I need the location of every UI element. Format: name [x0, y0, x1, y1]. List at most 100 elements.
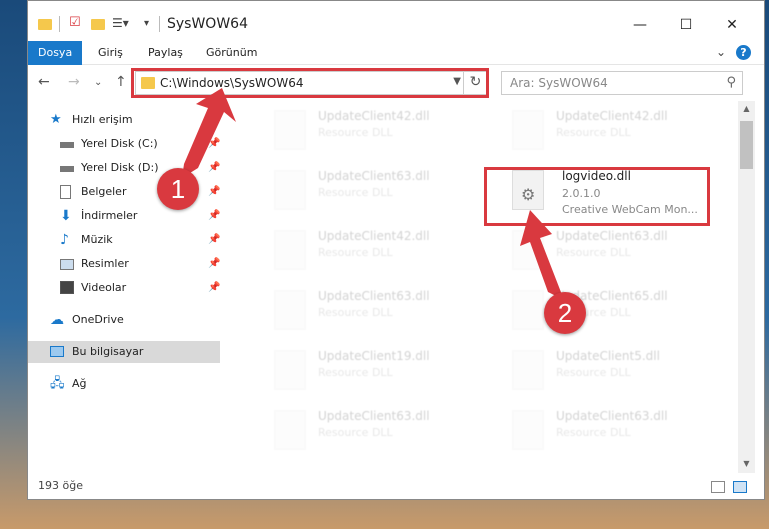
sidebar-item-videos[interactable]: Videolar 📌 — [28, 277, 220, 299]
list-item[interactable]: UpdateClient63.dll Resource DLL — [268, 405, 488, 460]
dll-file-icon — [512, 290, 544, 330]
file-name: UpdateClient63.dll — [318, 289, 430, 303]
dll-file-icon — [274, 410, 306, 450]
pin-icon[interactable]: 📌 — [208, 133, 220, 155]
pin-icon[interactable]: 📌 — [208, 157, 220, 179]
sidebar-item-drive-c[interactable]: Yerel Disk (C:) 📌 — [28, 133, 220, 155]
tab-share[interactable]: Paylaş — [138, 41, 193, 65]
back-button[interactable]: ← — [38, 74, 50, 90]
file-description: Resource DLL — [318, 186, 393, 199]
file-description: Resource DLL — [318, 306, 393, 319]
pin-icon[interactable]: 📌 — [208, 181, 220, 203]
dll-file-icon — [274, 170, 306, 210]
separator — [159, 16, 160, 32]
list-item[interactable]: UpdateClient63.dll Resource DLL — [268, 285, 488, 340]
minimize-button[interactable]: — — [617, 11, 663, 39]
list-item[interactable]: UpdateClient5.dll Resource DLL — [506, 345, 726, 400]
list-item[interactable]: UpdateClient63.dll Resource DLL — [268, 165, 488, 220]
step-2-badge: 2 — [544, 292, 586, 334]
file-name: UpdateClient42.dll — [556, 109, 668, 123]
properties-icon[interactable]: ☑ — [69, 15, 81, 33]
file-description: Resource DLL — [556, 426, 631, 439]
pin-icon[interactable]: 📌 — [208, 229, 220, 251]
dll-file-icon — [512, 230, 544, 270]
list-item[interactable]: UpdateClient65.dll Resource DLL — [506, 285, 726, 340]
navigation-bar: ← → ⌄ ↑ C:\Windows\SysWOW64 ▼ ↻ Ara: Sys… — [28, 65, 764, 101]
file-highlight-box — [484, 167, 710, 226]
list-item[interactable]: UpdateClient63.dll Resource DLL — [506, 225, 726, 280]
window-title: SysWOW64 — [167, 16, 248, 32]
details-view-icon[interactable] — [711, 481, 725, 493]
file-description: Resource DLL — [556, 126, 631, 139]
recent-locations-button[interactable]: ⌄ — [94, 77, 102, 88]
item-count: 193 öğe — [38, 479, 83, 492]
file-name: UpdateClient42.dll — [318, 229, 430, 243]
toolbar-dropdown-icon[interactable]: ▾ — [144, 18, 149, 36]
expand-ribbon-icon[interactable]: ⌄ — [716, 45, 726, 59]
file-name: UpdateClient63.dll — [318, 169, 430, 183]
sidebar-item-downloads[interactable]: ⬇ İndirmeler 📌 — [28, 205, 220, 227]
list-item[interactable]: UpdateClient19.dll Resource DLL — [268, 345, 488, 400]
forward-button[interactable]: → — [68, 74, 80, 90]
pin-icon[interactable]: 📌 — [208, 205, 220, 227]
sidebar-item-label: Bu bilgisayar — [72, 345, 144, 358]
search-icon[interactable]: ⚲ — [726, 75, 736, 90]
tab-view[interactable]: Görünüm — [196, 41, 267, 65]
sidebar-item-network[interactable]: 🖧 Ağ — [28, 373, 220, 395]
file-list: UpdateClient42.dll Resource DLL UpdateCl… — [248, 101, 738, 461]
search-placeholder: Ara: SysWOW64 — [510, 76, 608, 90]
sidebar-item-onedrive[interactable]: ☁ OneDrive — [28, 309, 220, 331]
dll-file-icon — [512, 410, 544, 450]
computer-icon — [50, 346, 64, 357]
pin-icon[interactable]: 📌 — [208, 277, 220, 299]
navigation-pane: ★ Hızlı erişim Yerel Disk (C:) 📌 Yerel D… — [28, 101, 228, 471]
sidebar-item-label: Müzik — [81, 233, 113, 246]
dll-file-icon — [274, 110, 306, 150]
list-item[interactable]: UpdateClient42.dll Resource DLL — [268, 225, 488, 280]
music-icon: ♪ — [60, 232, 69, 248]
sidebar-item-pictures[interactable]: Resimler 📌 — [28, 253, 220, 275]
tab-home[interactable]: Giriş — [88, 41, 133, 65]
file-description: Resource DLL — [556, 366, 631, 379]
ribbon: Dosya Giriş Paylaş Görünüm ⌄ ? — [28, 41, 764, 65]
list-item[interactable]: UpdateClient42.dll Resource DLL — [268, 105, 488, 160]
scroll-thumb[interactable] — [740, 121, 753, 169]
file-description: Resource DLL — [556, 246, 631, 259]
pictures-icon — [60, 259, 74, 270]
up-button[interactable]: ↑ — [115, 74, 127, 90]
customize-toolbar-icon[interactable]: ☰▾ — [112, 16, 129, 34]
maximize-button[interactable]: ☐ — [663, 11, 709, 39]
scroll-down-icon[interactable]: ▼ — [738, 459, 755, 468]
folder-icon — [38, 19, 52, 30]
sidebar-item-label: OneDrive — [72, 313, 124, 326]
sidebar-item-label: İndirmeler — [81, 209, 138, 222]
title-bar: ☑ ☰▾ ▾ SysWOW64 — ☐ ✕ — [28, 1, 764, 41]
vertical-scrollbar[interactable]: ▲ ▼ — [738, 101, 755, 473]
file-name: UpdateClient63.dll — [556, 409, 668, 423]
explorer-window: ☑ ☰▾ ▾ SysWOW64 — ☐ ✕ Dosya Giriş Paylaş… — [27, 0, 765, 500]
sidebar-item-quick-access[interactable]: ★ Hızlı erişim — [28, 109, 220, 131]
sidebar-item-label: Yerel Disk (C:) — [81, 137, 158, 150]
help-icon[interactable]: ? — [736, 45, 751, 60]
sidebar-item-label: Videolar — [81, 281, 127, 294]
tab-file[interactable]: Dosya — [28, 41, 83, 65]
sidebar-item-music[interactable]: ♪ Müzik 📌 — [28, 229, 220, 251]
address-highlight-box — [131, 68, 489, 98]
file-description: Resource DLL — [318, 246, 393, 259]
star-icon: ★ — [50, 112, 62, 127]
downloads-icon: ⬇ — [60, 208, 72, 224]
new-folder-icon[interactable] — [91, 19, 105, 30]
scroll-up-icon[interactable]: ▲ — [738, 104, 755, 113]
search-input[interactable]: Ara: SysWOW64 ⚲ — [501, 71, 743, 95]
file-description: Resource DLL — [318, 366, 393, 379]
large-icons-view-icon[interactable] — [733, 481, 747, 493]
file-name: UpdateClient19.dll — [318, 349, 430, 363]
list-item[interactable]: UpdateClient42.dll Resource DLL — [506, 105, 726, 160]
sidebar-item-this-pc[interactable]: Bu bilgisayar — [28, 341, 220, 363]
pin-icon[interactable]: 📌 — [208, 253, 220, 275]
sidebar-item-label: Belgeler — [81, 185, 127, 198]
documents-icon — [60, 185, 71, 199]
list-item[interactable]: UpdateClient63.dll Resource DLL — [506, 405, 726, 460]
close-button[interactable]: ✕ — [709, 11, 755, 39]
file-name: UpdateClient63.dll — [556, 229, 668, 243]
